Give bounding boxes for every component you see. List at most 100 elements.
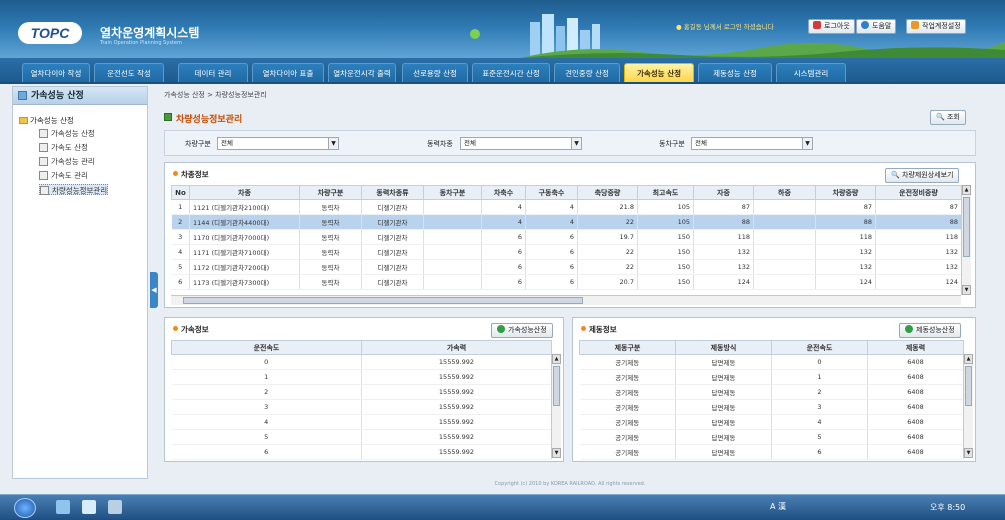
page-title-text: 차량성능정보관리 xyxy=(176,115,243,125)
run-icon xyxy=(905,325,913,333)
table-cell: 5 xyxy=(171,259,190,275)
table-row[interactable]: 공기제동 답면제동 6 6408 xyxy=(579,444,964,460)
column-header[interactable]: 하중 xyxy=(753,185,816,200)
table-cell: 124 xyxy=(815,274,876,290)
vehicle-detail-button[interactable]: 🔍 차량제원상세보기 xyxy=(885,168,960,183)
column-header[interactable]: 제동방식 xyxy=(675,340,772,355)
desktop-icon[interactable] xyxy=(56,500,70,514)
railcar-type-select[interactable]: 전체 ▼ xyxy=(691,137,813,150)
tab-run-time-print[interactable]: 열차운전시각 출력 xyxy=(328,63,396,82)
scroll-down-icon[interactable]: ▼ xyxy=(552,448,561,458)
table-row[interactable]: 3 1170 (디젤기관차7000대) 동력차 디젤기관차 6 6 19.7 150 118 11… xyxy=(171,229,962,245)
work-env-button[interactable]: 작업계정설정 xyxy=(906,19,966,34)
scroll-down-icon[interactable]: ▼ xyxy=(964,448,973,458)
sidebar-item-accel-calc[interactable]: 가속도 산정 xyxy=(39,142,88,153)
tab-run-curve[interactable]: 운전선도 작성 xyxy=(94,63,164,82)
table-row[interactable]: 공기제동 답면제동 3 6408 xyxy=(579,399,964,415)
table-cell: 87 xyxy=(875,199,962,215)
search-button[interactable]: 🔍 조회 xyxy=(930,110,966,125)
column-header[interactable]: No xyxy=(171,185,190,200)
table-row[interactable]: 공기제동 답면제동 4 6408 xyxy=(579,414,964,430)
brake-vertical-scrollbar[interactable]: ▲ ▼ xyxy=(963,354,973,458)
column-header[interactable]: 구동축수 xyxy=(525,185,578,200)
vehicle-horizontal-scrollbar[interactable] xyxy=(171,295,961,305)
column-header[interactable]: 제동력 xyxy=(867,340,964,355)
vehicle-type-select[interactable]: 전체 ▼ xyxy=(217,137,339,150)
column-header[interactable]: 최고속도 xyxy=(637,185,694,200)
table-cell: 6 xyxy=(171,274,190,290)
tab-brake-perf[interactable]: 제동성능 산정 xyxy=(698,63,772,82)
table-row[interactable]: 공기제동 답면제동 0 6408 xyxy=(579,354,964,370)
vehicle-vertical-scrollbar[interactable]: ▲ ▼ xyxy=(961,185,971,295)
table-row[interactable]: 3 15559.992 xyxy=(171,399,552,415)
brake-calc-button[interactable]: 제동성능산정 xyxy=(899,323,961,338)
sidebar-item-vehicle-perf[interactable]: 차량성능정보관리 xyxy=(39,184,109,195)
column-header[interactable]: 자중 xyxy=(693,185,754,200)
accel-calc-label: 가속성능산정 xyxy=(508,326,547,334)
column-header[interactable]: 운전속도 xyxy=(171,340,362,355)
column-header[interactable]: 차축수 xyxy=(481,185,526,200)
table-cell: 6 xyxy=(525,244,578,260)
table-row[interactable]: 6 15559.992 xyxy=(171,444,552,460)
column-header[interactable]: 운전정비중량 xyxy=(875,185,962,200)
tab-accel-perf[interactable]: 가속성능 산정 xyxy=(624,63,694,82)
tab-system-manage[interactable]: 시스템관리 xyxy=(776,63,846,82)
tab-std-run-time[interactable]: 표준운전시간 산정 xyxy=(472,63,550,82)
column-header[interactable]: 제동구분 xyxy=(579,340,676,355)
tab-train-diagram[interactable]: 열차다이아 작성 xyxy=(22,63,90,82)
table-row[interactable]: 4 1171 (디젤기관차7100대) 동력차 디젤기관차 6 6 22 150 132 132 1… xyxy=(171,244,962,260)
tree-root[interactable]: 가속성능 산정 xyxy=(19,115,74,126)
table-row[interactable]: 2 15559.992 xyxy=(171,384,552,400)
tab-diagram-display[interactable]: 열차다이아 표출 xyxy=(252,63,324,82)
brake-panel-title: 제동정보 xyxy=(581,324,617,335)
scroll-up-icon[interactable]: ▲ xyxy=(964,354,973,364)
table-row[interactable]: 공기제동 답면제동 1 6408 xyxy=(579,369,964,385)
accel-calc-button[interactable]: 가속성능산정 xyxy=(491,323,553,338)
column-header[interactable]: 동력차종류 xyxy=(361,185,424,200)
column-header[interactable]: 운전속도 xyxy=(771,340,868,355)
scroll-thumb[interactable] xyxy=(183,297,583,304)
scroll-thumb[interactable] xyxy=(963,197,970,257)
column-header[interactable]: 차량구분 xyxy=(299,185,362,200)
sidebar-item-accel-perf[interactable]: 가속성능 산정 xyxy=(39,128,95,139)
column-header[interactable]: 차량중량 xyxy=(815,185,876,200)
tab-line-capacity[interactable]: 선로용량 산정 xyxy=(402,63,468,82)
scroll-up-icon[interactable]: ▲ xyxy=(552,354,561,364)
column-header[interactable]: 가속력 xyxy=(361,340,552,355)
column-header[interactable]: 동차구분 xyxy=(423,185,482,200)
system-tray[interactable]: A 漢 xyxy=(770,501,786,512)
app-logo[interactable]: TOPC xyxy=(18,22,82,44)
table-row[interactable]: 5 1172 (디젤기관차7200대) 동력차 디젤기관차 6 6 22 150 132 132 1… xyxy=(171,259,962,275)
table-row[interactable]: 6 1173 (디젤기관차7300대) 동력차 디젤기관차 6 6 20.7 150 124 12… xyxy=(171,274,962,290)
sidebar-item-accel-rate-manage[interactable]: 가속도 관리 xyxy=(39,170,88,181)
table-row[interactable]: 2 1144 (디젤기관차4400대) 동력차 디젤기관차 4 4 22 105 88 88 88 xyxy=(171,214,962,230)
brake-table: 제동구분 제동방식 운전속도 제동력 공기제동 답면제동 0 6408 공기제동 답면제동 1 64… xyxy=(579,340,964,460)
logout-button[interactable]: 로그아웃 xyxy=(808,19,855,34)
column-header[interactable]: 차종 xyxy=(189,185,300,200)
power-type-select[interactable]: 전체 ▼ xyxy=(460,137,582,150)
scroll-up-icon[interactable]: ▲ xyxy=(962,185,971,195)
scroll-down-icon[interactable]: ▼ xyxy=(962,285,971,295)
table-row[interactable]: 공기제동 답면제동 2 6408 xyxy=(579,384,964,400)
tab-traction-weight[interactable]: 견인중량 산정 xyxy=(554,63,620,82)
sidebar-item-accel-manage[interactable]: 가속성능 관리 xyxy=(39,156,95,167)
scroll-thumb[interactable] xyxy=(553,366,560,406)
table-row[interactable]: 4 15559.992 xyxy=(171,414,552,430)
table-row[interactable]: 1 1121 (디젤기관차2100대) 동력차 디젤기관차 4 4 21.8 105 87 87 8… xyxy=(171,199,962,215)
tab-data-manage[interactable]: 데이터 관리 xyxy=(178,63,248,82)
brake-table-header: 제동구분 제동방식 운전속도 제동력 xyxy=(579,340,964,355)
column-header[interactable]: 축당중량 xyxy=(577,185,638,200)
table-row[interactable]: 공기제동 답면제동 5 6408 xyxy=(579,429,964,445)
accel-vertical-scrollbar[interactable]: ▲ ▼ xyxy=(551,354,561,458)
ie-icon[interactable] xyxy=(82,500,96,514)
table-cell: 공기제동 xyxy=(579,384,676,400)
table-row[interactable]: 0 15559.992 xyxy=(171,354,552,370)
table-cell: 답면제동 xyxy=(675,369,772,385)
help-button[interactable]: 도움말 xyxy=(856,19,897,34)
scroll-thumb[interactable] xyxy=(965,366,972,406)
sidebar-collapse-handle[interactable]: ◀ xyxy=(150,272,158,308)
table-row[interactable]: 1 15559.992 xyxy=(171,369,552,385)
window-icon[interactable] xyxy=(108,500,122,514)
start-button[interactable] xyxy=(14,498,36,518)
table-row[interactable]: 5 15559.992 xyxy=(171,429,552,445)
